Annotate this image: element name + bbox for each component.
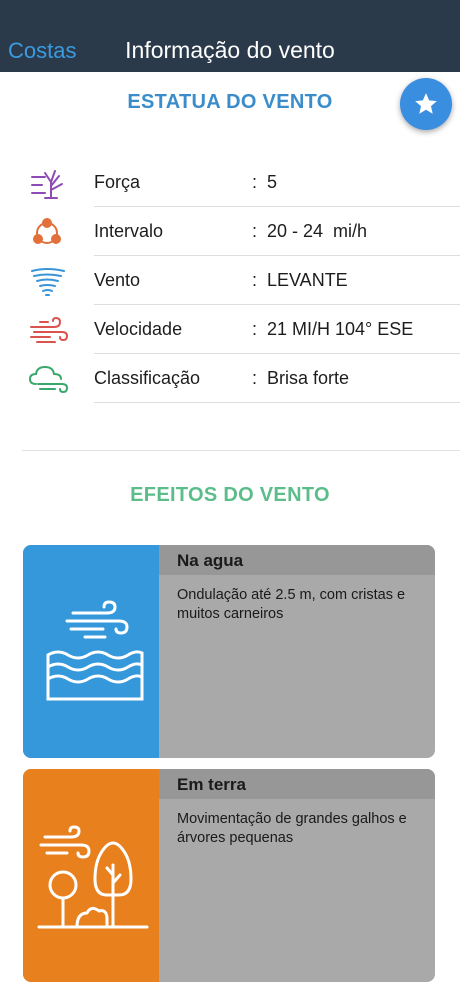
- stat-row-interval: Intervalo : 20 - 24 mi/h: [0, 207, 460, 256]
- stat-separator: :: [252, 270, 258, 290]
- stat-row-wind: Vento : LEVANTE: [0, 256, 460, 305]
- stat-value-force: 5: [267, 172, 278, 192]
- wind-waves-icon: [46, 600, 144, 701]
- stat-value-speed: 21 MI/H 104° ESE: [267, 319, 414, 339]
- card-header: Na agua: [159, 545, 435, 575]
- stat-separator: :: [252, 319, 258, 339]
- stat-label-force: Força: [94, 172, 141, 192]
- wind-speed-icon: [28, 315, 70, 347]
- stat-row-speed: Velocidade : 21 MI/H 104° ESE: [0, 305, 460, 354]
- favorite-button[interactable]: [400, 78, 452, 130]
- card-title-land: Em terra: [177, 775, 246, 794]
- force-icon: [28, 168, 70, 200]
- row-divider: [94, 402, 460, 403]
- stat-value-wind: LEVANTE: [267, 270, 348, 290]
- card-header: Em terra: [159, 769, 435, 799]
- cloud-wind-icon: [28, 364, 70, 396]
- stat-separator: :: [252, 368, 258, 388]
- navigation-bar: Costas Informação do vento: [0, 0, 460, 72]
- section-divider: [22, 450, 460, 451]
- water-card-art: [23, 545, 159, 758]
- stat-separator: :: [252, 221, 258, 241]
- star-icon: [415, 93, 437, 114]
- stat-label-classification: Classificação: [94, 368, 201, 388]
- page-title: Informação do vento: [125, 37, 335, 63]
- card-text-water: Ondulação até 2.5 m, com cristas e muito…: [177, 587, 406, 622]
- card-text-land: Movimentação de grandes galhos e árvores…: [177, 811, 407, 846]
- stat-label-interval: Intervalo: [94, 221, 164, 241]
- stat-label-wind: Vento: [94, 270, 141, 290]
- stat-row-classification: Classificação : Brisa forte: [0, 354, 460, 403]
- effect-card-land: Em terra Movimentação de grandes galhos …: [23, 769, 435, 982]
- stat-row-force: Força : 5: [0, 158, 460, 207]
- wind-trees-icon: [37, 825, 149, 929]
- wind-status-title: ESTATUA DO VENTO: [127, 91, 333, 113]
- tornado-icon: [28, 266, 70, 298]
- stat-label-speed: Velocidade: [94, 319, 183, 339]
- land-card-art: [23, 769, 159, 982]
- stat-value-classification: Brisa forte: [267, 368, 350, 388]
- stat-separator: :: [252, 172, 258, 192]
- effect-card-water: Na agua Ondulação até 2.5 m, com cristas…: [23, 545, 435, 758]
- card-title-water: Na agua: [177, 551, 244, 570]
- interval-icon: [28, 217, 70, 249]
- wind-effects-title: EFEITOS DO VENTO: [130, 484, 330, 506]
- stat-value-interval: 20 - 24 mi/h: [267, 221, 368, 241]
